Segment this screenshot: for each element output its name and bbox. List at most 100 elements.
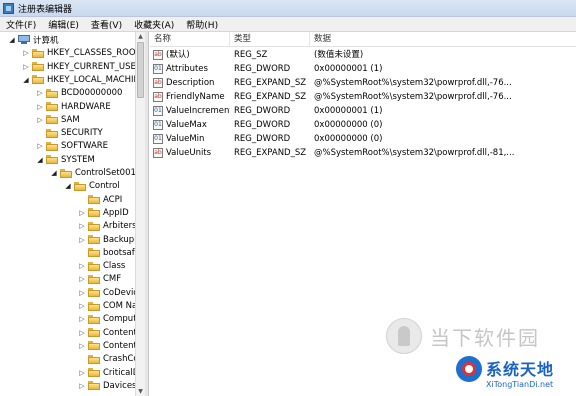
collapsed-arrow-icon[interactable]: ▷ <box>36 116 44 124</box>
tree-vertical-scrollbar[interactable]: ▲ ▼ <box>135 32 145 396</box>
value-data: @%SystemRoot%\system32\powrprof.dll,-76.… <box>314 78 512 88</box>
folder-icon <box>88 288 100 298</box>
tree-node[interactable]: ▷ ContentIn <box>78 327 135 339</box>
tree-node-label: 计算机 <box>33 36 59 46</box>
collapsed-arrow-icon[interactable]: ▷ <box>78 369 86 377</box>
collapsed-arrow-icon[interactable]: ▷ <box>78 236 86 244</box>
menu-help[interactable]: 帮助(H) <box>180 18 224 31</box>
folder-icon <box>46 141 58 151</box>
tree-node[interactable]: ▷ HKEY_CLASSES_ROOT <box>22 47 135 59</box>
menu-view[interactable]: 查看(V) <box>85 18 128 31</box>
value-row[interactable]: 01 ValueIncrement REG_DWORD 0x00000001 (1) <box>150 104 576 118</box>
pane-splitter[interactable] <box>145 32 149 396</box>
expanded-arrow-icon[interactable]: ◢ <box>8 36 16 44</box>
value-name: Attributes <box>166 64 208 74</box>
tree-node[interactable]: ▷ BackupRe <box>78 234 135 246</box>
expanded-arrow-icon[interactable]: ◢ <box>64 182 72 190</box>
tree-node[interactable]: ▷ CMF <box>78 273 121 285</box>
scrollbar-thumb[interactable] <box>137 42 144 98</box>
value-type: REG_DWORD <box>234 64 291 74</box>
column-header-name[interactable]: 名称 <box>150 32 230 46</box>
value-data: @%SystemRoot%\system32\powrprof.dll,-76.… <box>314 92 512 102</box>
tree-node[interactable]: ▷ COM Nan <box>78 300 135 312</box>
tree-node[interactable]: ACPI <box>78 194 122 206</box>
scroll-down-arrow-icon[interactable]: ▼ <box>136 387 145 396</box>
value-type: REG_DWORD <box>234 106 291 116</box>
expanded-arrow-icon[interactable]: ◢ <box>36 156 44 164</box>
tree-node[interactable]: ◢ Control <box>64 180 119 192</box>
folder-icon <box>88 235 100 244</box>
menu-file[interactable]: 文件(F) <box>0 18 42 31</box>
tree-node[interactable]: ▷ HKEY_CURRENT_USER <box>22 61 135 73</box>
watermark-site2-title: 系统天地 <box>486 360 555 379</box>
collapsed-arrow-icon[interactable]: ▷ <box>78 342 86 350</box>
collapsed-arrow-icon[interactable]: ▷ <box>36 89 44 97</box>
tree-node[interactable]: ▷ CriticalDe <box>78 367 135 379</box>
collapsed-arrow-icon[interactable]: ▷ <box>78 329 86 337</box>
folder-icon <box>88 301 100 311</box>
value-type: REG_EXPAND_SZ <box>234 78 307 88</box>
value-row[interactable]: 01 ValueMin REG_DWORD 0x00000000 (0) <box>150 132 576 146</box>
binary-value-icon: 01 <box>153 64 163 74</box>
collapsed-arrow-icon[interactable]: ▷ <box>78 302 86 310</box>
collapsed-arrow-icon[interactable]: ▷ <box>36 103 44 111</box>
menu-edit[interactable]: 编辑(E) <box>42 18 85 31</box>
collapsed-arrow-icon[interactable]: ▷ <box>78 222 86 230</box>
tree-node-label: Class <box>103 261 126 272</box>
tree-node[interactable]: ▷ AppID <box>78 207 128 219</box>
tree-node[interactable]: ▷ Computer <box>78 313 135 325</box>
tree-node[interactable]: ◢ 计算机 <box>8 34 59 46</box>
folder-icon <box>32 48 44 58</box>
value-row[interactable]: 01 Attributes REG_DWORD 0x00000001 (1) <box>150 62 576 76</box>
tree-node-label: bootsafe <box>103 247 135 258</box>
tree-node[interactable]: ▷ Class <box>78 260 125 272</box>
folder-icon <box>46 115 58 125</box>
tree-node[interactable]: ▷ BCD00000000 <box>36 87 122 99</box>
tree-node[interactable]: ▷ CoDeviceI <box>78 287 135 299</box>
tree-node[interactable]: bootsafe <box>78 247 135 259</box>
collapsed-arrow-icon[interactable]: ▷ <box>22 49 30 57</box>
collapsed-arrow-icon[interactable]: ▷ <box>78 382 86 390</box>
value-row[interactable]: ab FriendlyName REG_EXPAND_SZ @%SystemRoot%… <box>150 90 576 104</box>
tree-node[interactable]: ▷ Arbiters <box>78 220 135 232</box>
value-data: 0x00000000 (0) <box>314 120 383 130</box>
value-row[interactable]: ab Description REG_EXPAND_SZ @%SystemRoot%\… <box>150 76 576 90</box>
expanded-arrow-icon[interactable]: ◢ <box>50 169 58 177</box>
tree-node[interactable]: CrashCon <box>78 353 135 365</box>
tree-node[interactable]: SECURITY <box>36 127 103 139</box>
list-header: 名称 类型 数据 <box>150 32 576 47</box>
tree-node-label: CoDeviceI <box>103 287 135 298</box>
tree-node[interactable]: ▷ Davices <box>78 380 135 392</box>
value-row[interactable]: ab ValueUnits REG_EXPAND_SZ @%SystemRoot%\s… <box>150 146 576 160</box>
tree-node[interactable]: ▷ SAM <box>36 114 79 126</box>
collapsed-arrow-icon[interactable]: ▷ <box>78 315 86 323</box>
scroll-up-arrow-icon[interactable]: ▲ <box>136 32 145 41</box>
value-row[interactable]: ab (默认) REG_SZ (数值未设置) <box>150 48 576 62</box>
value-name: ValueIncrement <box>166 106 230 116</box>
collapsed-arrow-icon[interactable]: ▷ <box>78 209 86 217</box>
collapsed-arrow-icon[interactable]: ▷ <box>36 142 44 150</box>
folder-icon <box>60 168 72 178</box>
column-header-data[interactable]: 数据 <box>310 32 576 46</box>
tree-node[interactable]: ◢ ControlSet001 <box>50 167 135 179</box>
tree-node[interactable]: ◢ HKEY_LOCAL_MACHINE <box>22 74 135 86</box>
value-data: (数值未设置) <box>314 50 364 60</box>
tree-node[interactable]: ◢ SYSTEM <box>36 154 95 166</box>
tree-node[interactable]: ▷ HARDWARE <box>36 101 110 113</box>
tree-node[interactable]: ▷ SOFTWARE <box>36 140 108 152</box>
collapsed-arrow-icon[interactable]: ▷ <box>22 63 30 71</box>
tree-node[interactable]: ▷ ContentIn <box>78 340 135 352</box>
value-type: REG_DWORD <box>234 134 291 144</box>
value-type: REG_EXPAND_SZ <box>234 92 307 102</box>
value-row[interactable]: 01 ValueMax REG_DWORD 0x00000000 (0) <box>150 118 576 132</box>
menu-favorites[interactable]: 收藏夹(A) <box>128 18 180 31</box>
watermark-site1-text: 当下软件园 <box>430 325 540 350</box>
collapsed-arrow-icon[interactable]: ▷ <box>78 289 86 297</box>
expanded-arrow-icon[interactable]: ◢ <box>22 76 30 84</box>
tree-node-label: ACPI <box>103 194 123 205</box>
binary-value-icon: 01 <box>153 106 163 116</box>
title-bar: 注册表编辑器 <box>0 0 576 17</box>
collapsed-arrow-icon[interactable]: ▷ <box>78 262 86 270</box>
column-header-type[interactable]: 类型 <box>230 32 310 46</box>
collapsed-arrow-icon[interactable]: ▷ <box>78 275 86 283</box>
